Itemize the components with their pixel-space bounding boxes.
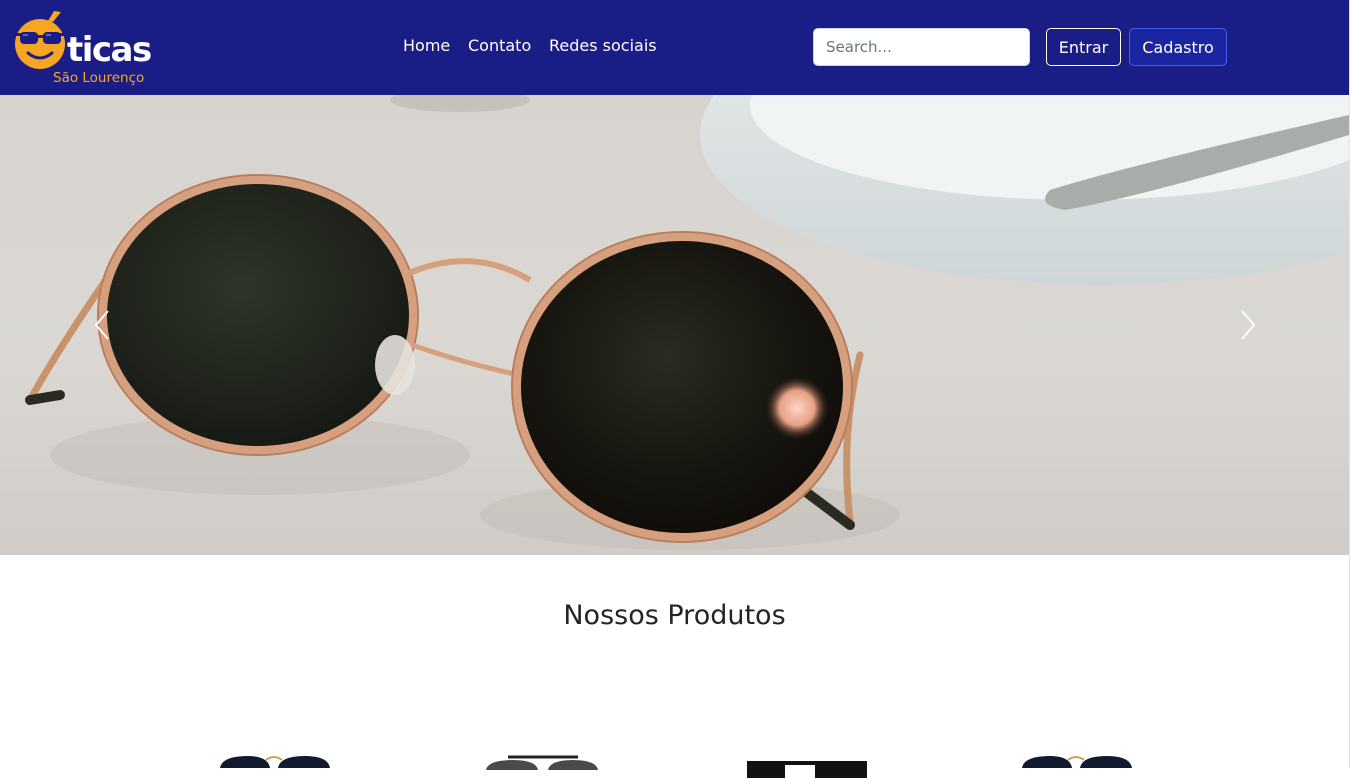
product-card[interactable]: [1012, 748, 1142, 778]
logo-subtitle: São Lourenço: [53, 70, 145, 86]
hero-sunglasses-image: [25, 95, 1349, 550]
nav-link-contato[interactable]: Contato: [468, 36, 531, 55]
sunglasses-smiley-icon: [15, 11, 65, 69]
product-card[interactable]: [478, 748, 608, 778]
chevron-right-icon: [1241, 310, 1256, 340]
sunglasses-gold-round-image: [220, 756, 330, 768]
navbar: ticas São Lourenço Home Contato Redes so…: [0, 0, 1350, 95]
product-card[interactable]: [745, 748, 875, 778]
product-card[interactable]: [210, 748, 340, 778]
carousel-next-button[interactable]: [1233, 305, 1263, 345]
sunglasses-black-square-image: [747, 761, 867, 778]
login-button[interactable]: Entrar: [1046, 28, 1121, 66]
chevron-left-icon: [94, 310, 109, 340]
logo-wordmark: ticas: [67, 30, 152, 70]
carousel-prev-button[interactable]: [88, 305, 118, 345]
nav-link-home[interactable]: Home: [403, 36, 450, 55]
nav-link-redes-sociais[interactable]: Redes sociais: [549, 36, 657, 55]
sunglasses-aviator-black-image: [486, 755, 598, 770]
products-title: Nossos Produtos: [563, 600, 786, 631]
search-input[interactable]: [813, 28, 1030, 66]
hero-carousel: [0, 95, 1349, 555]
signup-button[interactable]: Cadastro: [1129, 28, 1227, 66]
brand-logo[interactable]: ticas São Lourenço: [14, 11, 164, 91]
sunglasses-gold-round-image: [1022, 756, 1132, 768]
